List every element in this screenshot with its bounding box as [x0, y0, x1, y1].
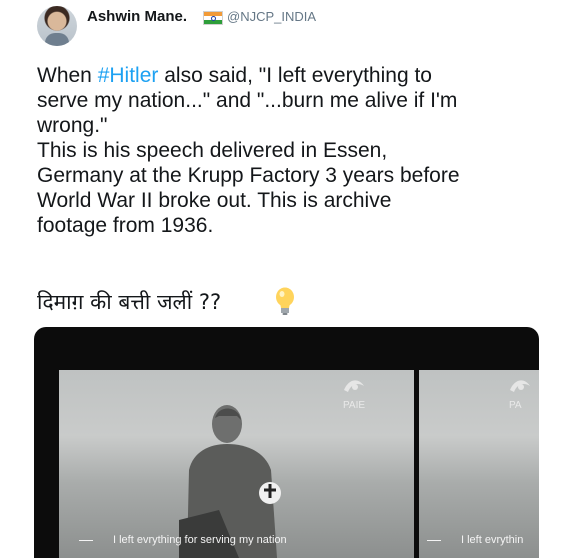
video-subtitle-2: I left evrythin — [427, 534, 523, 546]
light-bulb-icon — [276, 287, 294, 315]
hashtag-link[interactable]: #Hitler — [98, 64, 159, 87]
avatar[interactable] — [37, 6, 77, 46]
india-flag-icon — [203, 11, 223, 25]
tweet-hindi-line: दिमाग़ की बत्ती जलीं ?? — [37, 290, 222, 314]
video-frame[interactable]: PAIE I left evrything for serving my nat… — [59, 370, 414, 558]
author-handle[interactable]: @NJCP_INDIA — [227, 9, 316, 24]
channel-logo-icon-2 — [507, 376, 533, 401]
tweet-text: When #Hitler also said, "I left everythi… — [37, 63, 557, 238]
tweet-header: Ashwin Mane. @NJCP_INDIA — [37, 6, 557, 46]
video-subtitle: I left evrything for serving my nation — [79, 534, 287, 546]
tweet-text-start: When — [37, 64, 98, 87]
video-frame-next[interactable]: PA I left evrythin — [419, 370, 539, 558]
channel-logo-icon — [341, 376, 367, 401]
watermark-text-2: PA — [509, 400, 522, 411]
watermark-text: PAIE — [343, 400, 366, 411]
video-player[interactable]: PAIE I left evrything for serving my nat… — [34, 327, 539, 558]
tweet-text-rest: also said, "I left everything to serve m… — [37, 64, 460, 237]
author-name[interactable]: Ashwin Mane. — [87, 8, 187, 25]
